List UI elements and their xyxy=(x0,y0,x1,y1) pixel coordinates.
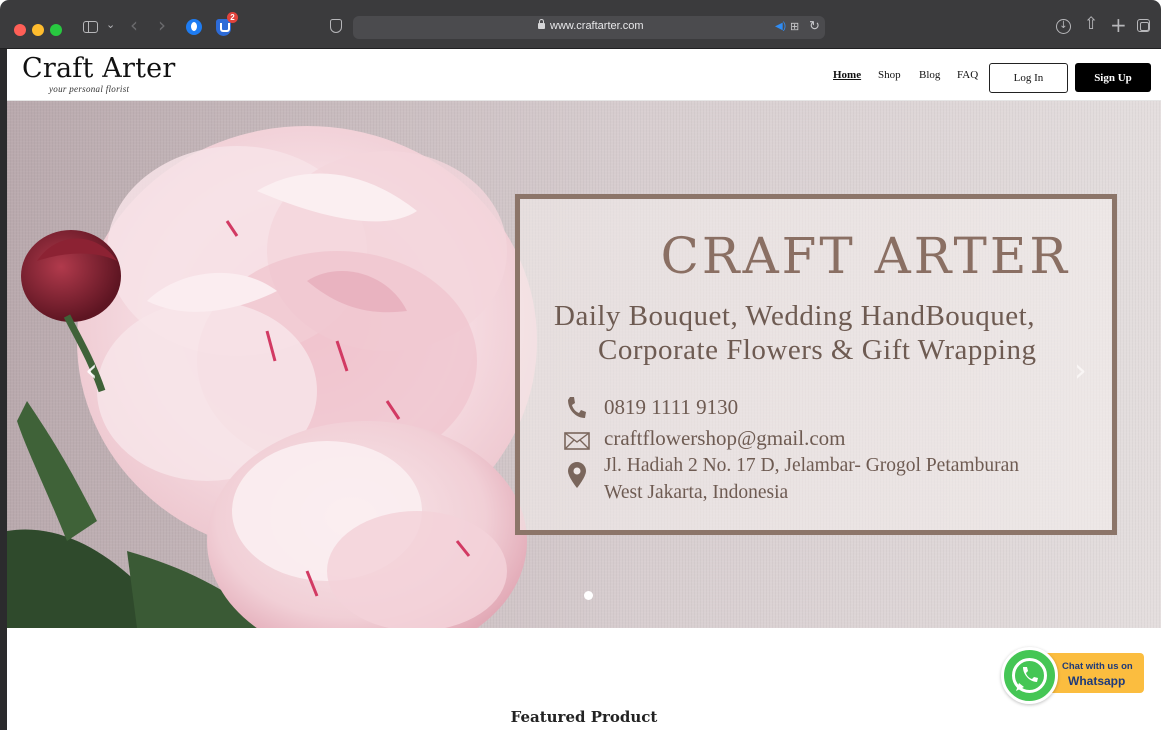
forward-arrow-icon[interactable]: › xyxy=(158,13,166,37)
reload-icon[interactable]: ↻ xyxy=(809,18,820,34)
signup-button[interactable]: Sign Up xyxy=(1075,63,1151,92)
zoom-window-button[interactable] xyxy=(50,24,62,36)
privacy-shield-icon[interactable] xyxy=(330,19,342,33)
audio-playing-icon[interactable]: ◀) xyxy=(775,21,786,32)
nav-blog[interactable]: Blog xyxy=(919,69,940,81)
site-tagline: your personal florist xyxy=(49,84,130,94)
url-text[interactable]: www.craftarter.com xyxy=(550,20,644,32)
back-arrow-icon[interactable]: ‹ xyxy=(130,13,138,37)
featured-product-heading: Featured Product xyxy=(510,708,658,726)
phone-icon xyxy=(568,397,586,418)
location-pin-icon xyxy=(568,462,586,488)
hero-subtitle-line1: Daily Bouquet, Wedding HandBouquet, xyxy=(554,300,1035,332)
site-header: Craft Arter your personal florist Home S… xyxy=(7,49,1161,101)
nav-home[interactable]: Home xyxy=(833,69,861,81)
carousel-prev-button[interactable]: ‹ xyxy=(85,351,98,389)
carousel-indicator-dot[interactable] xyxy=(584,591,593,600)
email-address: craftflowershop@gmail.com xyxy=(604,426,846,450)
hero-title: CRAFT ARTER xyxy=(660,227,1070,285)
whatsapp-phone-icon xyxy=(1012,658,1047,693)
site-logo[interactable]: Craft Arter xyxy=(22,53,175,84)
chevron-down-icon[interactable]: ⌄ xyxy=(106,18,115,31)
downloads-icon[interactable]: ↓ xyxy=(1056,19,1071,34)
address-line2: West Jakarta, Indonesia xyxy=(604,482,789,503)
close-window-button[interactable] xyxy=(14,24,26,36)
hero-subtitle-line2: Corporate Flowers & Gift Wrapping xyxy=(598,334,1037,366)
contact-info-box: CRAFT ARTER Daily Bouquet, Wedding HandB… xyxy=(515,194,1117,535)
nav-faq[interactable]: FAQ xyxy=(957,69,978,81)
login-button[interactable]: Log In xyxy=(989,63,1068,93)
minimize-window-button[interactable] xyxy=(32,24,44,36)
extension-badge: 2 xyxy=(227,12,238,23)
email-icon xyxy=(564,432,590,450)
window-edge xyxy=(0,49,7,730)
new-tab-icon[interactable]: + xyxy=(1110,13,1127,37)
address-line1: Jl. Hadiah 2 No. 17 D, Jelambar- Grogol … xyxy=(604,455,1019,476)
phone-number: 0819 1111 9130 xyxy=(604,395,739,419)
hero-carousel: ‹ › CRAFT ARTER Daily Bouquet, Wedding H… xyxy=(7,101,1161,628)
translate-icon[interactable]: ⊞ xyxy=(790,20,799,33)
sidebar-toggle-icon[interactable] xyxy=(83,21,98,33)
whatsapp-button[interactable] xyxy=(1001,647,1058,704)
whatsapp-label[interactable]: Whatsapp xyxy=(1068,674,1125,688)
browser-toolbar: ⌄ ‹ › 2 www.craftarter.com ◀) ⊞ ↻ ↓ ⇧ + xyxy=(0,0,1161,49)
extension-icon[interactable] xyxy=(186,19,202,35)
tab-overview-icon[interactable] xyxy=(1137,19,1150,32)
whatsapp-chat-text[interactable]: Chat with us on xyxy=(1062,661,1133,672)
nav-shop[interactable]: Shop xyxy=(878,69,901,81)
lock-icon xyxy=(538,19,545,29)
share-icon[interactable]: ⇧ xyxy=(1084,14,1098,34)
